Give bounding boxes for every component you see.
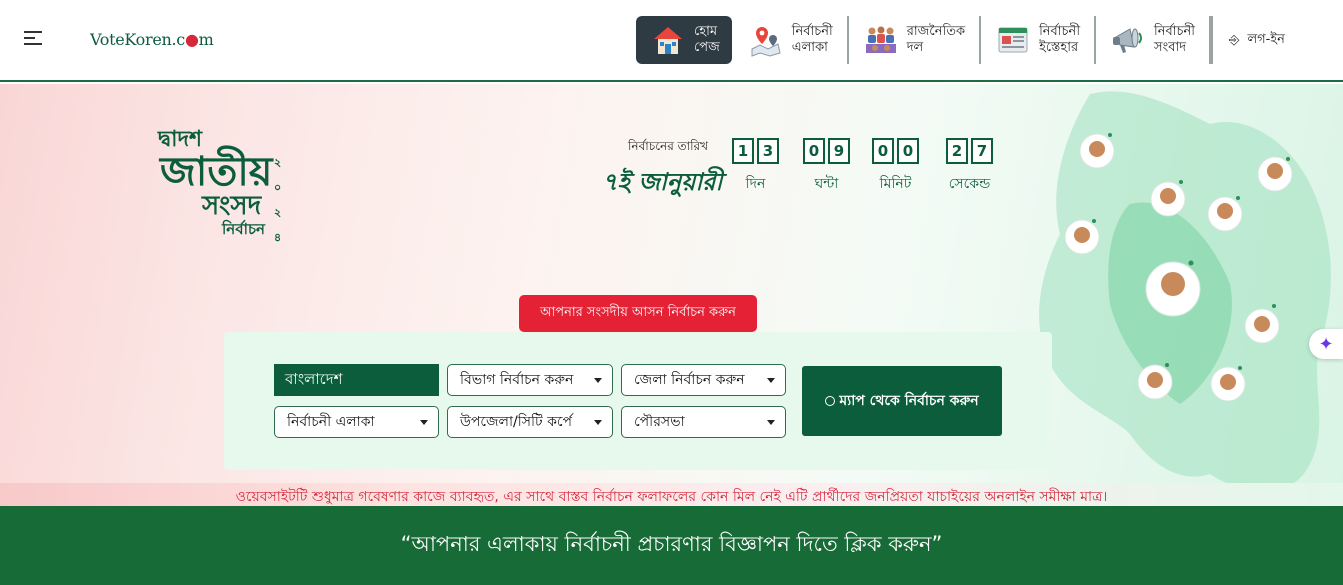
nav-home-label: হোম পেজ — [694, 24, 720, 55]
hamburger-menu-icon[interactable] — [24, 31, 42, 47]
logo-text: VoteKoren.c — [90, 30, 185, 49]
megaphone-icon — [1113, 28, 1143, 53]
nav-political-parties[interactable]: রাজনৈতিক দল — [849, 16, 982, 64]
district-select-value: জেলা নির্বাচন করুন — [634, 372, 745, 388]
manifesto-document-icon — [998, 27, 1028, 53]
nav-news-label: নির্বাচনী সংবাদ — [1154, 24, 1196, 55]
login-link[interactable]: ⎆ লগ-ইন — [1213, 30, 1285, 51]
sparkle-assistant-icon[interactable]: ✦ — [1309, 329, 1343, 359]
district-select[interactable]: জেলা নির্বাচন করুন — [621, 364, 786, 396]
nav-news[interactable]: নির্বাচনী সংবাদ — [1096, 16, 1212, 64]
countdown-digit: 3 — [757, 138, 779, 164]
election-date-label: নির্বাচনের তারিখ — [628, 139, 709, 153]
countdown-label: সেকেন্ড — [948, 176, 991, 192]
chevron-down-icon — [594, 378, 602, 383]
logo-dot: ● — [184, 30, 199, 49]
chevron-down-icon — [594, 420, 602, 425]
upazila-select-value: উপজেলা/সিটি কর্পে — [460, 414, 573, 430]
title-line-2: জাতীয় — [160, 149, 273, 195]
site-header: VoteKoren.c●m হোম পেজ নির্বাচনী এলাকা রা… — [0, 0, 1343, 82]
division-select-value: বিভাগ নির্বাচন করুন — [460, 372, 574, 388]
hero-section: দ্বাদশ জাতীয় সংসদ নির্বাচন ২ ০ ২ ৪ নির্… — [0, 84, 1343, 506]
map-pin-icon — [751, 27, 781, 57]
site-logo[interactable]: VoteKoren.c●m — [90, 30, 214, 49]
title-line-4: নির্বাচন — [222, 220, 265, 238]
countdown-days: 1 3 দিন — [732, 138, 779, 196]
search-icon — [825, 396, 836, 406]
election-title: দ্বাদশ জাতীয় সংসদ নির্বাচন ২ ০ ২ ৪ — [158, 128, 281, 245]
login-icon: ⎆ — [1229, 32, 1240, 48]
main-nav: হোম পেজ নির্বাচনী এলাকা রাজনৈতিক দল নির্… — [636, 15, 1285, 65]
constituency-select-value: নির্বাচনী এলাকা — [287, 414, 375, 430]
nav-manifesto-label: নির্বাচনী ইস্তেহার — [1039, 24, 1081, 55]
chevron-down-icon — [767, 420, 775, 425]
house-icon — [654, 27, 682, 54]
bangladesh-map-illustration — [1039, 91, 1331, 492]
countdown-hours: 0 9 ঘন্টা — [803, 138, 850, 196]
countdown-digit: 0 — [803, 138, 825, 164]
country-field[interactable]: বাংলাদেশ — [274, 364, 439, 396]
people-group-icon — [865, 26, 896, 53]
title-year: ২ ০ ২ ৪ — [274, 156, 282, 244]
nav-manifesto[interactable]: নির্বাচনী ইস্তেহার — [981, 16, 1097, 64]
election-date: ৭ই জানুয়ারী — [602, 167, 723, 196]
chevron-down-icon — [420, 420, 428, 425]
nav-constituency-label: নির্বাচনী এলাকা — [791, 24, 833, 55]
countdown-label: ঘন্টা — [814, 176, 839, 192]
countdown-minutes: 0 0 মিনিট — [872, 138, 919, 196]
countdown-digit: 9 — [828, 138, 850, 164]
title-line-3: সংসদ — [202, 191, 262, 221]
division-select[interactable]: বিভাগ নির্বাচন করুন — [447, 364, 613, 396]
municipality-select[interactable]: পৌরসভা — [621, 406, 786, 438]
chevron-down-icon — [767, 378, 775, 383]
select-from-map-button[interactable]: ম্যাপ থেকে নির্বাচন করুন — [802, 366, 1002, 436]
constituency-select[interactable]: নির্বাচনী এলাকা — [274, 406, 439, 438]
nav-constituency[interactable]: নির্বাচনী এলাকা — [734, 16, 849, 64]
nav-political-parties-label: রাজনৈতিক দল — [906, 24, 966, 55]
municipality-select-value: পৌরসভা — [634, 414, 685, 430]
disclaimer-text: ওয়েবসাইটটি শুধুমাত্র গবেষণার কাজে ব্যাব… — [0, 483, 1343, 506]
countdown-digit: 0 — [897, 138, 919, 164]
filter-panel: বাংলাদেশ বিভাগ নির্বাচন করুন জেলা নির্বা… — [224, 332, 1052, 470]
select-from-map-label: ম্যাপ থেকে নির্বাচন করুন — [839, 393, 979, 409]
login-label: লগ-ইন — [1247, 31, 1285, 47]
countdown-label: দিন — [745, 176, 766, 192]
countdown-seconds: 2 7 সেকেন্ড — [946, 138, 993, 196]
countdown-digit: 2 — [946, 138, 968, 164]
logo-text-end: m — [198, 30, 214, 49]
countdown-digit: 0 — [872, 138, 894, 164]
countdown-label: মিনিট — [879, 176, 912, 192]
upazila-select[interactable]: উপজেলা/সিটি কর্পে — [447, 406, 613, 438]
countdown-digit: 1 — [732, 138, 754, 164]
nav-home[interactable]: হোম পেজ — [636, 16, 732, 64]
advertise-banner[interactable]: “আপনার এলাকায় নির্বাচনী প্রচারণার বিজ্ঞ… — [0, 506, 1343, 585]
countdown-digit: 7 — [971, 138, 993, 164]
select-seat-button[interactable]: আপনার সংসদীয় আসন নির্বাচন করুন — [519, 295, 757, 332]
